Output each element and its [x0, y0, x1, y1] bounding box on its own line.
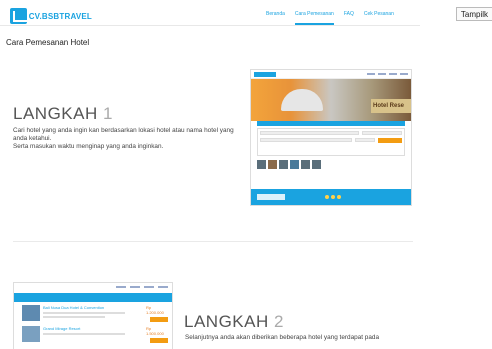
step-2-number: 2	[273, 312, 284, 331]
logo-icon	[10, 8, 29, 24]
logo-text: CV.BSBTRAVEL	[28, 11, 92, 21]
thumb2-hotel-item: Bali Nusa Dua Hotel & Convention Rp 1.20…	[22, 305, 168, 323]
step-1-heading: LANGKAH 1	[13, 104, 113, 124]
thumb2-results-bar	[14, 293, 172, 302]
page-title: Cara Pemesanan Hotel	[6, 38, 90, 47]
step-1-line-2: Serta masukan waktu menginap yang anda i…	[13, 143, 164, 150]
step-1-label: LANGKAH	[13, 104, 98, 123]
step-2-heading: LANGKAH 2	[184, 312, 284, 332]
step-1-line-1: Cari hotel yang anda ingin kan berdasark…	[13, 127, 234, 142]
thumb2-hotel-name: Grand Mirage Resort	[43, 326, 81, 331]
step-2-label: LANGKAH	[184, 312, 269, 331]
nav-cara-pemesanan[interactable]: Cara Pemesanan	[294, 11, 334, 25]
thumb2-hotel-price: Rp 1.500.000	[146, 326, 164, 336]
thumb2-hotel-name: Bali Nusa Dua Hotel & Convention	[43, 305, 105, 310]
thumb-dish	[281, 89, 323, 111]
step-1-number: 1	[102, 104, 113, 123]
thumb2-nav	[14, 283, 172, 292]
section-divider	[13, 241, 413, 242]
thumb-nav	[367, 73, 408, 75]
thumb2-hotel-item: Grand Mirage Resort Rp 1.500.000	[22, 326, 168, 344]
step-2-screenshot: Bali Nusa Dua Hotel & Convention Rp 1.20…	[13, 282, 173, 349]
thumb-hotel-gallery	[257, 160, 405, 169]
header-divider	[0, 25, 420, 26]
thumb-search-form	[257, 128, 405, 156]
step-1-screenshot: Hotel Rese	[250, 69, 412, 206]
thumb-hero-image: Hotel Rese	[251, 79, 411, 121]
nav-cek-pesanan[interactable]: Cek Pesanan	[364, 11, 394, 17]
thumb-search-bar	[257, 121, 405, 126]
thumb-header	[251, 70, 411, 79]
thumb-logo	[254, 71, 276, 77]
nav-faq[interactable]: FAQ	[344, 11, 354, 17]
nav-beranda[interactable]: Beranda	[266, 11, 285, 17]
thumb-footer	[251, 189, 411, 205]
thumb-search-button	[378, 138, 402, 143]
step-2-description: Selanjutnya anda akan diberikan beberapa…	[185, 334, 425, 342]
logo[interactable]: CV.BSBTRAVEL	[10, 6, 92, 26]
step-1-description: Cari hotel yang anda ingin kan berdasark…	[13, 127, 245, 151]
thumb-hotel-sign: Hotel Rese	[371, 99, 411, 113]
step-2-line-1: Selanjutnya anda akan diberikan beberapa…	[185, 334, 380, 341]
main-nav: Beranda Cara Pemesanan FAQ Cek Pesanan	[266, 11, 404, 25]
thumb2-hotel-price: Rp 1.200.000	[146, 305, 164, 315]
tampilk-button[interactable]: Tampilk	[455, 7, 492, 21]
